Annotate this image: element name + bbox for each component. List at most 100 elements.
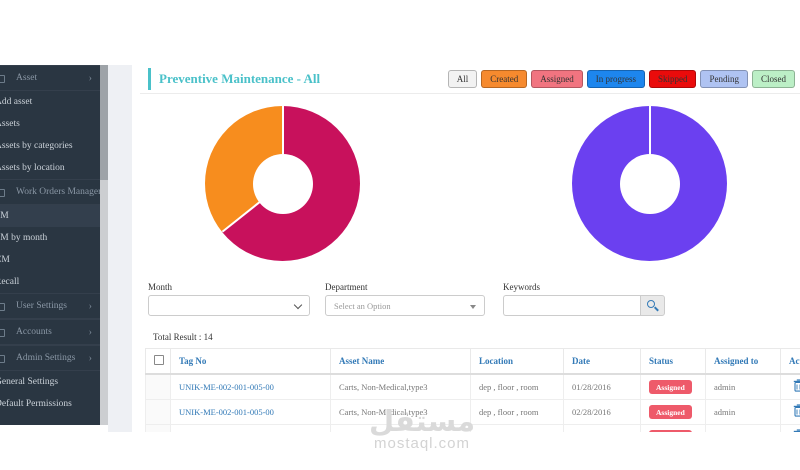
delete-button[interactable] xyxy=(789,379,800,395)
table-row: UNIK-ME-002-001-005-00 Carts, Non-Medical… xyxy=(145,399,800,425)
status-badge: Assigned xyxy=(649,405,692,419)
month-select[interactable] xyxy=(148,295,310,316)
status-filter-all[interactable]: All xyxy=(447,70,478,88)
column-header-date: Date xyxy=(563,348,641,375)
sidebar-item-label: Accounts xyxy=(16,327,52,337)
total-result-label: Total Result : 14 xyxy=(153,332,213,342)
menu-icon xyxy=(0,303,5,311)
donut-hole xyxy=(619,153,680,214)
status-filter-assigned[interactable]: Assigned xyxy=(531,70,583,88)
sidebar-item-accounts[interactable]: Accounts › xyxy=(0,319,100,345)
status-cell: Assigned xyxy=(640,399,706,425)
donut-chart-left xyxy=(205,106,360,261)
sidebar-item-assets-by-categories[interactable]: Assets by categories xyxy=(0,135,100,157)
asset-cell: Carts, Non-Medical,type3 xyxy=(330,399,471,425)
results-table-wrapper: Tag No Asset Name Location Date Status Assign… xyxy=(145,348,800,432)
sidebar-item-admin-settings[interactable]: Admin Settings › xyxy=(0,345,100,371)
donut-hole xyxy=(252,153,313,214)
select-all-checkbox[interactable] xyxy=(154,355,164,365)
tag-cell: UNIK-ME-002-001-005-00 xyxy=(170,373,331,400)
status-filter-in-progress[interactable]: In progress xyxy=(586,70,645,88)
charts-area xyxy=(140,94,800,266)
location-cell: dep , floor , room xyxy=(470,373,564,400)
month-filter: Month xyxy=(148,282,310,316)
row-select-cell[interactable] xyxy=(145,373,171,400)
status-badge: Assigned xyxy=(649,380,692,394)
keywords-input[interactable] xyxy=(503,295,640,316)
sidebar-item-label: Assets by location xyxy=(0,163,65,173)
action-cell xyxy=(780,424,800,432)
column-header-location: Location xyxy=(470,348,564,375)
menu-icon xyxy=(0,329,5,337)
sidebar-item-default-permissions[interactable]: Default Permissions xyxy=(0,393,100,415)
column-header-tag-no: Tag No xyxy=(170,348,331,375)
table-header-row: Tag No Asset Name Location Date Status Assign… xyxy=(145,348,800,375)
sidebar-item-pm[interactable]: PM xyxy=(0,205,100,227)
sidebar-item-label: Work Orders Management xyxy=(16,187,100,197)
sidebar: Asset › Add asset Assets Assets by categorie… xyxy=(0,65,100,425)
sidebar-scrollbar-thumb[interactable] xyxy=(100,65,108,180)
sidebar-item-label: Add asset xyxy=(0,97,33,107)
delete-button[interactable] xyxy=(789,429,800,432)
department-select[interactable]: Select an Option xyxy=(325,295,485,316)
status-cell: Assigned xyxy=(640,424,706,432)
tag-link[interactable]: UNIK-ME-002-001-005-00 xyxy=(179,407,274,417)
sidebar-item-recall[interactable]: Recall xyxy=(0,271,100,293)
tag-link[interactable]: UNIK-ME-002-001-005-00 xyxy=(179,382,274,392)
sidebar-item-assets-by-location[interactable]: Assets by location xyxy=(0,157,100,179)
sidebar-item-pm-by-month[interactable]: PM by month xyxy=(0,227,100,249)
sidebar-item-user-settings[interactable]: User Settings › xyxy=(0,293,100,319)
sidebar-item-label: Assets by categories xyxy=(0,141,73,151)
sidebar-item-label: User Settings xyxy=(16,301,67,311)
tag-cell: UNIK-ME-002-001-005-00 xyxy=(170,424,331,432)
content-header: Preventive Maintenance - All All Created A… xyxy=(140,65,800,94)
sidebar-item-general-settings[interactable]: General Settings xyxy=(0,371,100,393)
select-all-header xyxy=(145,348,171,375)
sidebar-item-label: General Settings xyxy=(0,377,59,387)
chevron-down-icon xyxy=(293,300,303,310)
row-select-cell[interactable] xyxy=(145,399,171,425)
month-label: Month xyxy=(148,282,173,292)
status-filter-pending[interactable]: Pending xyxy=(700,70,748,88)
results-table: Tag No Asset Name Location Date Status Assign… xyxy=(145,348,800,432)
department-label: Department xyxy=(325,282,368,292)
status-filter-skipped[interactable]: Skipped xyxy=(648,70,697,88)
date-cell: 03/28/2016 xyxy=(563,424,641,432)
location-cell: dep , floor , room xyxy=(470,399,564,425)
sidebar-item-label: Admin Settings xyxy=(16,353,76,363)
keywords-label: Keywords xyxy=(503,282,540,292)
status-filter-created[interactable]: Created xyxy=(481,70,528,88)
filter-bar: Month Department Select an Option Keywor… xyxy=(140,282,800,324)
trash-icon-svg xyxy=(793,379,800,392)
sidebar-scrollbar-track[interactable] xyxy=(100,65,108,425)
app-window: Asset › Add asset Assets Assets by categorie… xyxy=(0,0,800,470)
chevron-right-icon: › xyxy=(88,352,92,364)
search-button[interactable] xyxy=(640,295,665,316)
department-select-value: Select an Option xyxy=(334,300,391,311)
asset-cell: Carts, Non-Medical,type3 xyxy=(330,373,471,400)
department-filter: Department Select an Option xyxy=(325,282,485,316)
action-cell xyxy=(780,373,800,400)
page-title: Preventive Maintenance - All xyxy=(148,68,320,90)
trash-icon-svg xyxy=(793,429,800,432)
status-filter-closed[interactable]: Closed xyxy=(751,70,795,88)
action-cell xyxy=(780,399,800,425)
date-cell: 01/28/2016 xyxy=(563,373,641,400)
delete-button[interactable] xyxy=(789,404,800,420)
sidebar-item-label: CM xyxy=(0,255,10,265)
sidebar-item-assets[interactable]: Assets xyxy=(0,113,100,135)
sidebar-item-label: PM xyxy=(0,211,9,221)
column-header-asset-name: Asset Name xyxy=(330,348,471,375)
row-select-cell[interactable] xyxy=(145,424,171,432)
menu-icon xyxy=(0,355,5,363)
sidebar-item-work-orders-management[interactable]: Work Orders Management› xyxy=(0,179,100,205)
chevron-right-icon: › xyxy=(88,72,92,84)
search-icon-handle xyxy=(654,306,659,312)
sidebar-item-add-asset[interactable]: Add asset xyxy=(0,91,100,113)
sidebar-item-asset[interactable]: Asset › xyxy=(0,65,100,91)
column-header-action: Action xyxy=(780,348,800,375)
column-header-assigned-to: Assigned to xyxy=(705,348,781,375)
sidebar-item-cm[interactable]: CM xyxy=(0,249,100,271)
assigned-cell: admin xyxy=(705,373,781,400)
content-card: Preventive Maintenance - All All Created A… xyxy=(140,65,800,432)
